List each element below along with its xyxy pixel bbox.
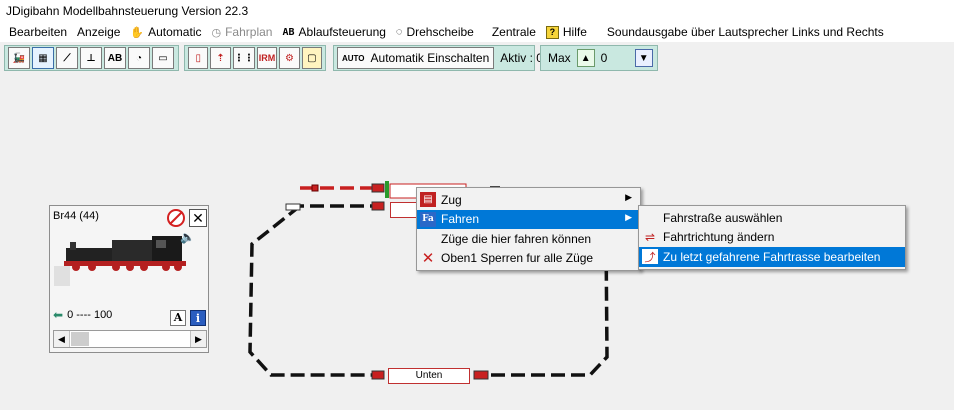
wagon-icon[interactable]: ▭ (152, 47, 174, 69)
submenu-arrow-icon: ▶ (625, 192, 632, 202)
menu-label: Soundausgabe über Lautsprecher Links und… (606, 25, 884, 39)
direction-icon: ⇌ (644, 230, 656, 244)
note-icon[interactable]: ▢ (301, 47, 323, 69)
menu-drehscheibe[interactable]: ◌ Drehscheibe (391, 22, 479, 42)
scroll-thumb[interactable] (71, 332, 89, 346)
ctx-label: Fahren (441, 212, 480, 227)
x-icon: ✕ (421, 250, 435, 267)
arrow-down-icon[interactable]: ▼ (634, 49, 653, 67)
fa-icon: Fa (420, 211, 436, 227)
ab-icon: AB (282, 26, 295, 38)
switch-icon[interactable]: ⟋ (56, 47, 78, 69)
loco-name: Br44 (44) (53, 210, 99, 222)
track-label-unten[interactable]: Unten (388, 368, 470, 384)
menu-anzeige[interactable]: Anzeige (72, 22, 125, 42)
stop-icon[interactable] (167, 209, 185, 227)
loco-panel: Br44 (44) ✕ 🔈 ⬅ 0 ---- 100 A i ◀ ▶ (49, 205, 209, 353)
menu-label: Zentrale (491, 25, 536, 39)
sub-label: Fahrstraße auswählen (663, 210, 783, 225)
route-icon (642, 210, 658, 225)
menu-automatic[interactable]: ✋ Automatic (125, 22, 206, 42)
locomotive-image (64, 236, 186, 271)
sub-item-fahrstrasse[interactable]: Fahrstraße auswählen (639, 208, 905, 228)
toolbar-group-2: ▯ ⇡ ⋮⋮ IRM ⚙ ▢ (184, 45, 326, 71)
arrow-up-icon[interactable]: ▲ (576, 49, 595, 67)
a-button[interactable]: A (170, 310, 186, 326)
sub-label: Zu letzt gefahrene Fahrtrasse bearbeiten (663, 249, 881, 264)
menu-label: Bearbeiten (9, 25, 68, 39)
menu-ablaufsteuerung[interactable]: AB Ablaufsteuerung (277, 22, 390, 42)
speed-scrollbar[interactable]: ◀ ▶ (53, 330, 207, 348)
horn-icon[interactable]: 🔈 (180, 230, 195, 244)
menu-label: Fahrplan (225, 25, 273, 39)
gauge-icon[interactable]: ◔ (128, 47, 150, 69)
ctx-label: Züge die hier fahren können (441, 231, 592, 246)
toolbar: 🚂 ▦ ⟋ ⊥ AB ◔ ▭ ▯ ⇡ ⋮⋮ IRM ⚙ ▢ AUTO Automa… (0, 43, 954, 73)
ab-text-icon[interactable]: AB (104, 47, 126, 69)
sub-item-fahrtrichtung[interactable]: ⇌ Fahrtrichtung ändern (639, 228, 905, 248)
locomotive-icon[interactable]: 🚂 (8, 47, 30, 69)
grid-icon[interactable]: ⋮⋮ (232, 47, 255, 69)
menu-fahrplan[interactable]: ◷ Fahrplan (206, 22, 277, 42)
help-icon: ? (545, 25, 559, 39)
signal-red-icon[interactable]: ▯ (188, 47, 209, 69)
hand-icon: ✋ (130, 26, 145, 39)
clock-icon: ◷ (211, 26, 222, 39)
window-title: JDigibahn Modellbahnsteuerung Version 22… (0, 0, 954, 22)
auto-icon: AUTO (342, 53, 365, 63)
ctx-item-fahren[interactable]: Fa Fahren ▶ (417, 209, 640, 229)
turntable-icon: ◌ (395, 26, 403, 38)
toolbar-group-3: AUTO Automatik Einschalten Aktiv : 0 (333, 45, 543, 71)
submenu: Fahrstraße auswählen ⇌ Fahrtrichtung änd… (638, 205, 906, 270)
automatik-label: Automatik Einschalten (370, 51, 490, 65)
menu-label: Hilfe (562, 25, 587, 39)
menu-soundausgabe[interactable]: Soundausgabe über Lautsprecher Links und… (602, 22, 889, 42)
max-value: 0 (600, 51, 608, 65)
menu-label: Ablaufsteuerung (298, 25, 386, 39)
track-edit-icon: ⤴ (642, 249, 658, 264)
max-label: Max (548, 51, 571, 65)
scroll-left-icon[interactable]: ◀ (54, 331, 70, 347)
menu-bearbeiten[interactable]: Bearbeiten (4, 22, 72, 42)
automatik-button[interactable]: AUTO Automatik Einschalten (337, 47, 495, 69)
context-menu: ▤ Zug ▶ Fa Fahren ▶ Züge die hier fahren… (416, 187, 641, 271)
sub-label: Fahrtrichtung ändern (663, 230, 775, 245)
menu-zentrale[interactable]: Zentrale (487, 22, 541, 42)
crane-icon[interactable]: ⚙ (279, 47, 300, 69)
menubar: Bearbeiten Anzeige ✋ Automatic ◷ Fahrplan … (0, 22, 954, 42)
ctx-label: Zug (441, 192, 462, 207)
ctx-item-sperren[interactable]: ✕ Oben1 Sperren fur alle Züge (417, 249, 640, 269)
menu-hilfe[interactable]: ? Hilfe (541, 22, 592, 42)
irm-icon[interactable]: IRM (256, 47, 278, 69)
direction-left-icon[interactable]: ⬅ (53, 308, 63, 322)
toolbar-group-1: 🚂 ▦ ⟋ ⊥ AB ◔ ▭ (4, 45, 179, 71)
info-button[interactable]: i (190, 310, 206, 326)
toolbar-group-4: Max ▲ 0 ▼ (540, 45, 658, 71)
ctx-item-zug[interactable]: ▤ Zug ▶ (417, 190, 640, 210)
close-icon[interactable]: ✕ (189, 209, 207, 227)
menu-label: Anzeige (77, 25, 121, 39)
train-icon: ▤ (420, 192, 436, 207)
speed-range: 0 ---- 100 (67, 309, 113, 321)
ctx-item-zuege[interactable]: Züge die hier fahren können (417, 229, 640, 249)
ctx-label: Oben1 Sperren fur alle Züge (441, 251, 594, 266)
track-layout-icon[interactable]: ▦ (32, 47, 54, 69)
menu-label: Automatic (148, 25, 202, 39)
scroll-right-icon[interactable]: ▶ (190, 331, 206, 347)
speed-row: ⬅ 0 ---- 100 (53, 308, 112, 322)
signal-up-icon[interactable]: ⇡ (210, 47, 231, 69)
drag-handle-icon[interactable] (54, 266, 70, 286)
menu-label: Drehscheibe (406, 25, 474, 39)
signal-icon[interactable]: ⊥ (80, 47, 102, 69)
sub-item-zuletzt[interactable]: ⤴ Zu letzt gefahrene Fahrtrasse bearbeit… (639, 247, 905, 267)
submenu-arrow-icon: ▶ (625, 211, 632, 222)
